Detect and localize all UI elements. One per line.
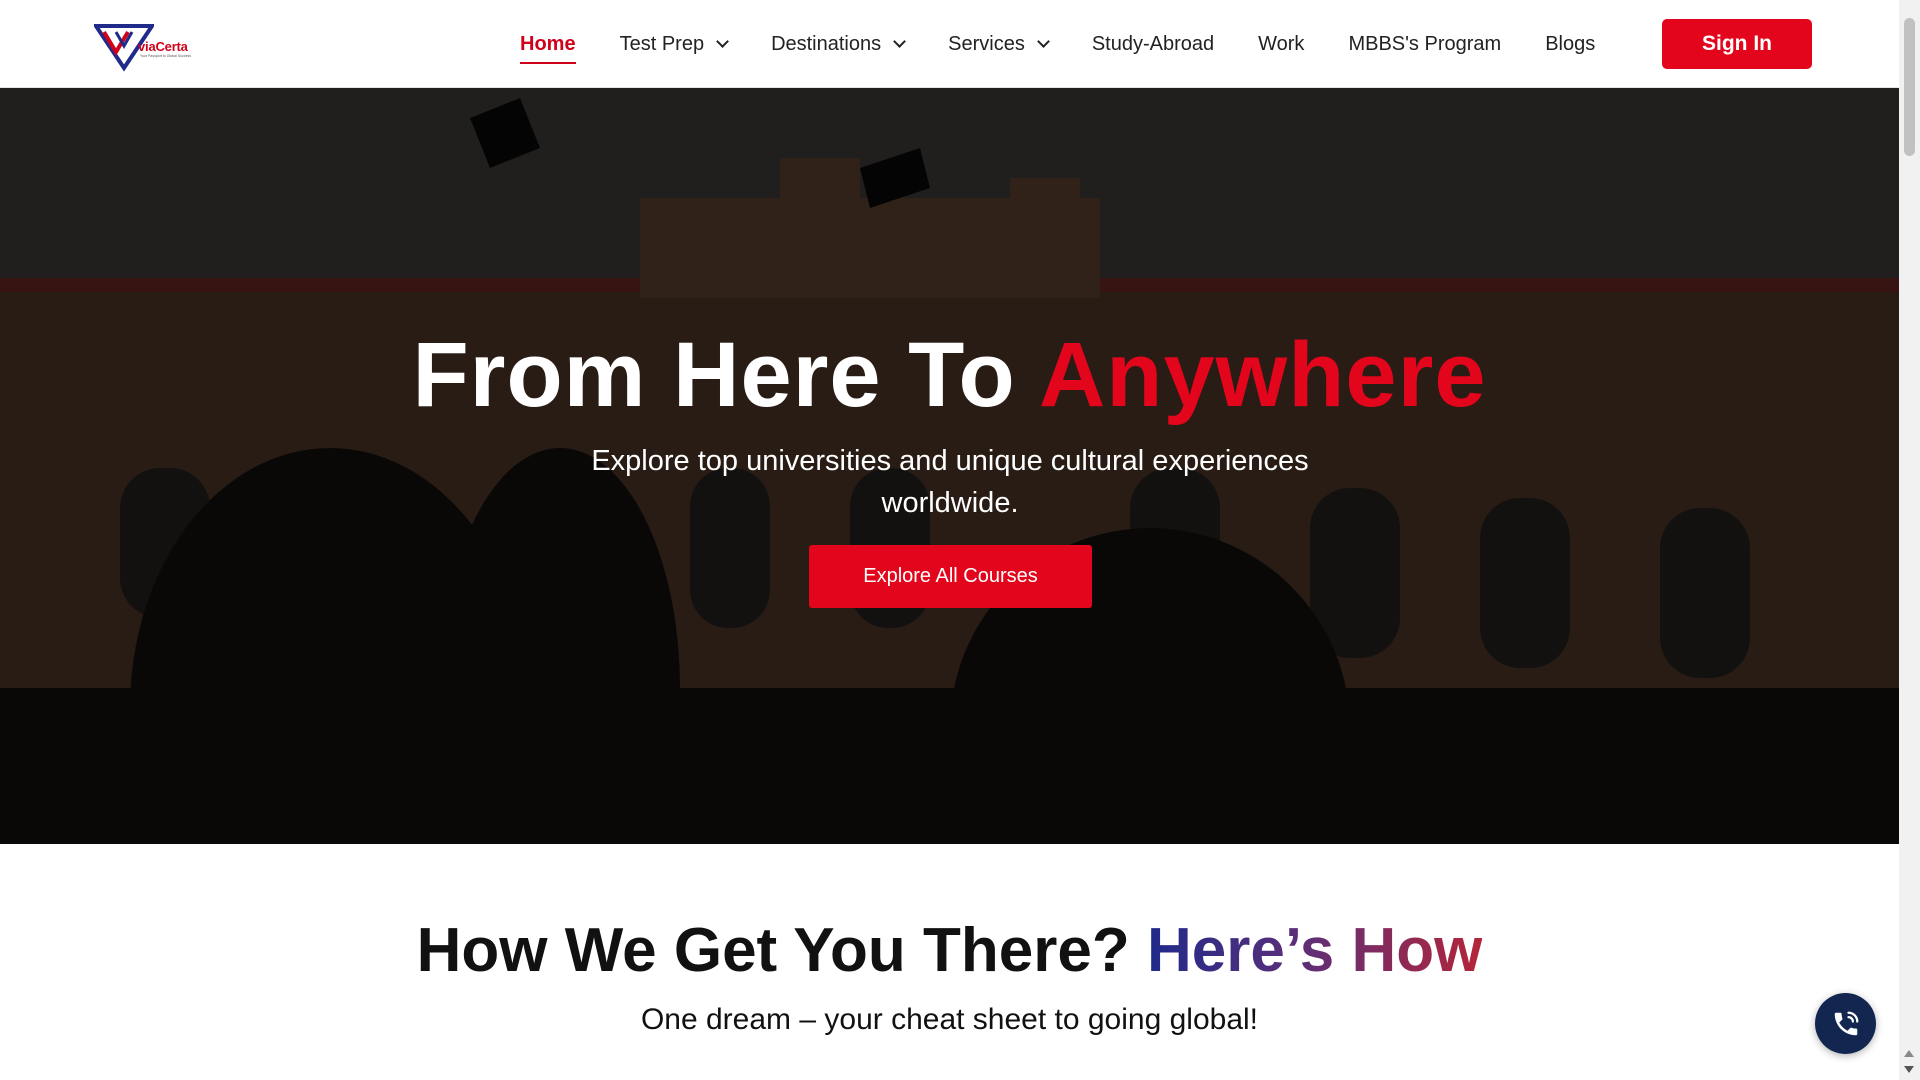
hero-section: From Here To Anywhere Explore top univer… [0,88,1899,844]
nav-item-work[interactable]: Work [1258,33,1304,56]
scroll-down-arrow-icon[interactable] [1904,1066,1914,1073]
how-heading-main: How We Get You There? [416,916,1147,985]
brand-logo[interactable]: viaCerta Your Passport to Global Success [94,22,191,72]
site-header: viaCerta Your Passport to Global Success… [0,0,1899,88]
brand-name: viaCerta [138,39,188,54]
how-heading-accent: Here’s How [1146,916,1483,985]
explore-all-courses-button[interactable]: Explore All Courses [809,545,1092,608]
floating-call-button[interactable] [1815,993,1876,1054]
chevron-down-icon [893,35,906,48]
main-nav: Home Test Prep Destinations Services Stu… [520,0,1639,88]
nav-item-label: Destinations [771,32,882,55]
scrollbar-thumb[interactable] [1904,18,1915,156]
chevron-down-icon [1036,35,1050,48]
nav-item-blogs[interactable]: Blogs [1545,33,1595,56]
hero-heading-main: From Here To [412,324,1039,426]
phone-call-icon [1834,1011,1858,1035]
nav-item-label: Home [520,32,576,55]
hero-heading: From Here To Anywhere [0,323,1899,428]
nav-item-mbbs-program[interactable]: MBBS's Program [1348,33,1501,56]
hero-subtitle: Explore top universities and unique cult… [591,445,1309,519]
sign-in-button[interactable]: Sign In [1662,19,1812,69]
nav-item-label: Test Prep [619,32,705,55]
brand-tagline: Your Passport to Global Success [140,54,192,58]
nav-item-label: Services [948,32,1025,55]
hero-heading-accent: Anywhere [1038,324,1487,426]
nav-item-test-prep[interactable]: Test Prep [619,32,729,56]
nav-item-label: Work [1258,32,1305,55]
how-section-heading: How We Get You There? Here’s How [0,915,1899,986]
nav-item-label: MBBS's Program [1348,32,1502,55]
nav-item-study-abroad[interactable]: Study-Abroad [1092,33,1214,56]
nav-item-label: Study-Abroad [1091,32,1215,55]
nav-item-label: Blogs [1545,32,1596,55]
how-section-subtitle: One dream – your cheat sheet to going gl… [640,1003,1259,1036]
chevron-down-icon [716,35,729,48]
scroll-up-arrow-icon[interactable] [1904,1050,1914,1057]
nav-item-home[interactable]: Home [520,32,576,64]
page-scrollbar[interactable] [1899,0,1920,1080]
nav-item-destinations[interactable]: Destinations [771,32,906,56]
nav-item-services[interactable]: Services [948,32,1050,56]
